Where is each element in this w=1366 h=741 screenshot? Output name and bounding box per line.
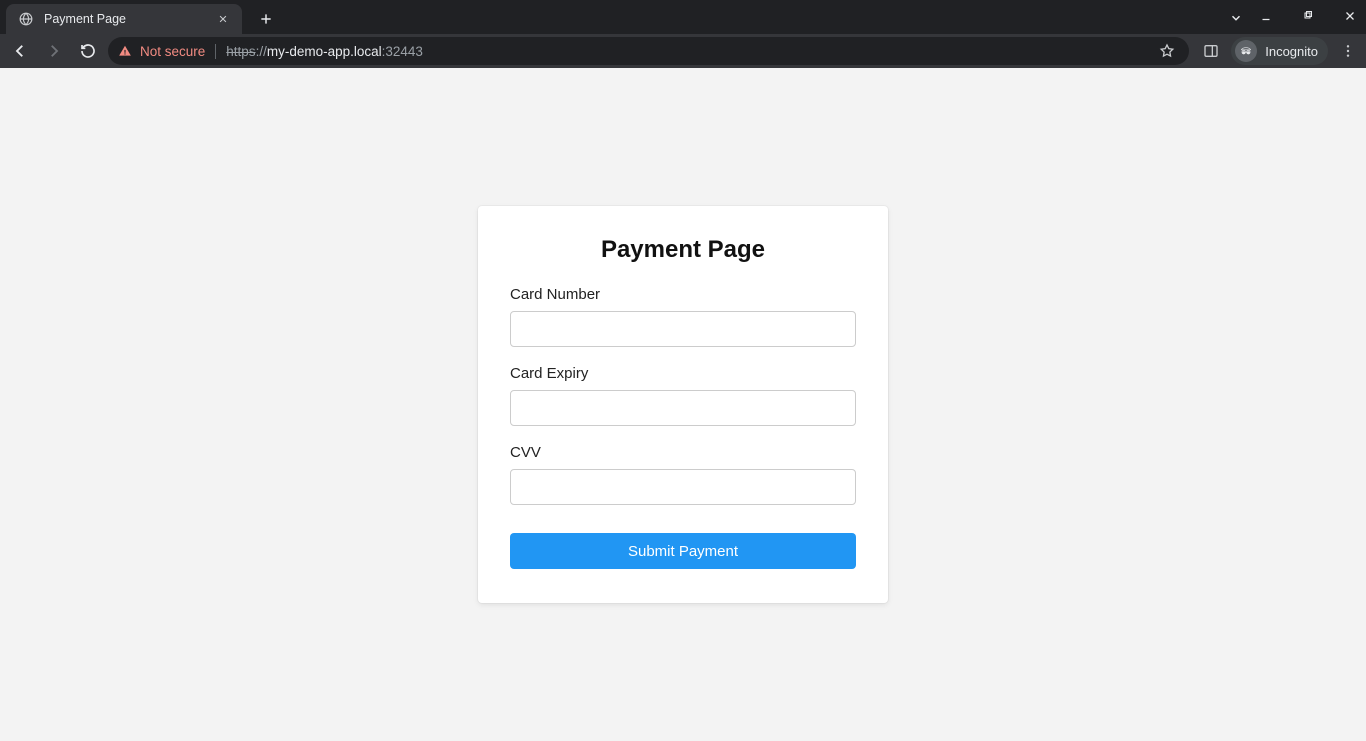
side-panel-button[interactable] (1199, 39, 1223, 63)
field-card-number: Card Number (510, 286, 856, 347)
back-button[interactable] (6, 37, 34, 65)
url-text: https://my-demo-app.local:32443 (226, 44, 423, 59)
tab-title: Payment Page (44, 12, 204, 26)
field-cvv: CVV (510, 444, 856, 505)
browser-chrome: Payment Page (0, 0, 1366, 68)
browser-tab-active[interactable]: Payment Page (6, 4, 242, 34)
reload-button[interactable] (74, 37, 102, 65)
url-separator: :// (256, 44, 267, 59)
url-scheme: https (226, 44, 255, 59)
input-card-expiry[interactable] (510, 390, 856, 426)
payment-card: Payment Page Card Number Card Expiry CVV… (478, 206, 888, 603)
input-card-number[interactable] (510, 311, 856, 347)
new-tab-button[interactable] (252, 5, 280, 33)
submit-payment-button[interactable]: Submit Payment (510, 533, 856, 569)
close-tab-button[interactable] (214, 10, 232, 28)
minimize-window-button[interactable] (1254, 4, 1278, 28)
window-controls (1254, 4, 1362, 28)
address-bar[interactable]: Not secure https://my-demo-app.local:324… (108, 37, 1189, 65)
kebab-menu-button[interactable] (1336, 39, 1360, 63)
browser-toolbar: Not secure https://my-demo-app.local:324… (0, 34, 1366, 68)
tab-strip: Payment Page (0, 0, 1366, 34)
url-host: my-demo-app.local (267, 44, 382, 59)
input-cvv[interactable] (510, 469, 856, 505)
page-body: Payment Page Card Number Card Expiry CVV… (0, 68, 1366, 741)
field-card-expiry: Card Expiry (510, 365, 856, 426)
incognito-icon (1235, 40, 1257, 62)
globe-icon (18, 11, 34, 27)
label-card-number: Card Number (510, 286, 856, 303)
forward-button[interactable] (40, 37, 68, 65)
label-card-expiry: Card Expiry (510, 365, 856, 382)
toolbar-right-icons: Incognito (1199, 37, 1360, 65)
security-label: Not secure (140, 44, 205, 59)
page-title: Payment Page (510, 236, 856, 264)
label-cvv: CVV (510, 444, 856, 461)
incognito-badge[interactable]: Incognito (1231, 37, 1328, 65)
security-indicator[interactable]: Not secure (118, 44, 216, 59)
tabs-dropdown-button[interactable] (1224, 6, 1248, 30)
incognito-label: Incognito (1265, 44, 1318, 59)
maximize-window-button[interactable] (1296, 4, 1320, 28)
warning-triangle-icon (118, 44, 132, 58)
url-port: 32443 (385, 44, 423, 59)
close-window-button[interactable] (1338, 4, 1362, 28)
bookmark-star-button[interactable] (1155, 39, 1179, 63)
